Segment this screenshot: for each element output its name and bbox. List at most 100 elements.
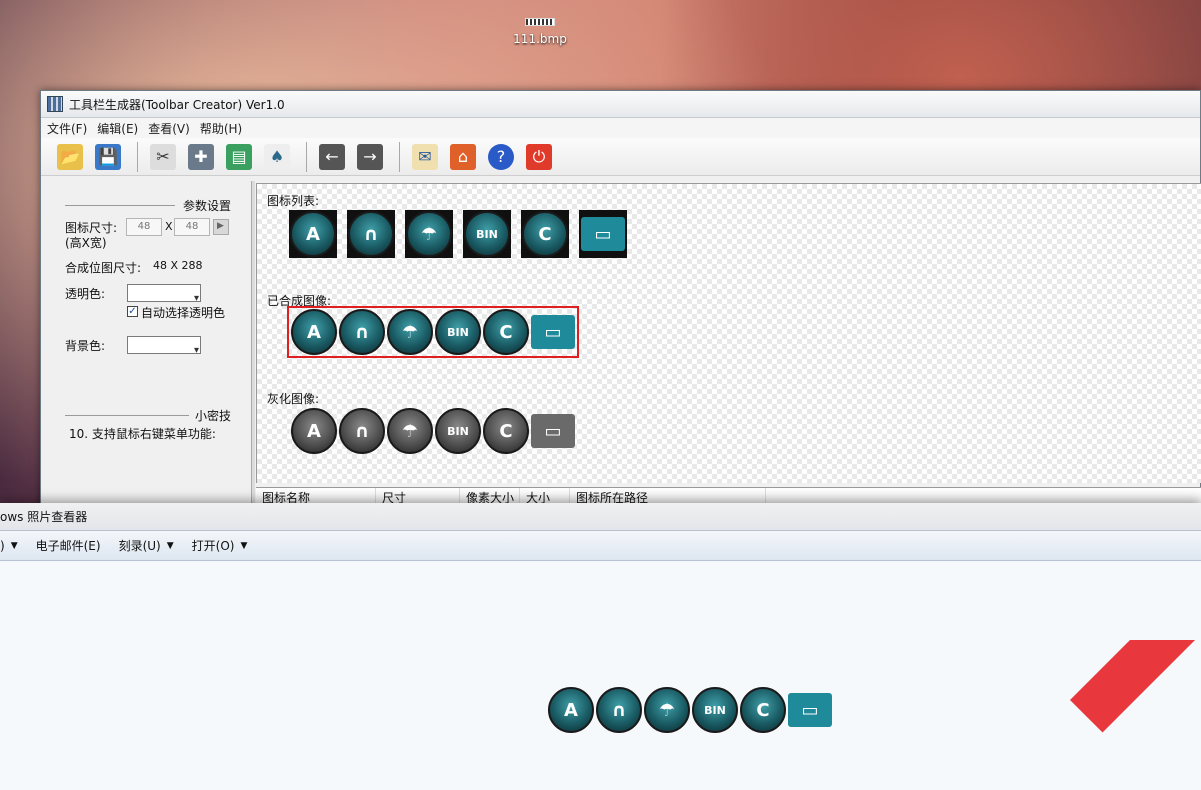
a-letter-icon: A xyxy=(548,687,594,733)
viewer-menu-previous[interactable]: ) ▼ xyxy=(0,539,18,553)
document-icon: ▤ xyxy=(226,143,252,170)
desktop-file-111bmp[interactable]: 111.bmp xyxy=(505,14,575,46)
bmp-thumbnail-icon xyxy=(525,18,555,26)
mail-icon: ✉ xyxy=(412,143,438,170)
corner-watermark xyxy=(1050,640,1201,790)
monitor-icon: ▭ xyxy=(531,315,575,349)
menu-file[interactable]: 文件(F) xyxy=(47,120,87,137)
bin-disc-icon: BIN xyxy=(464,211,510,257)
puzzle-icon: ✚ xyxy=(188,143,214,170)
c-brush-icon: C xyxy=(522,211,568,257)
viewer-canvas xyxy=(0,561,1201,790)
list-item[interactable]: A xyxy=(289,210,337,258)
app-icon xyxy=(47,96,63,112)
list-item[interactable]: ∩ xyxy=(347,210,395,258)
umbrella-icon: ☂ xyxy=(387,309,433,355)
toolbar-separator xyxy=(399,141,400,172)
c-brush-icon: C xyxy=(483,408,529,454)
help-button[interactable]: ? xyxy=(484,140,518,174)
back-button[interactable]: ← xyxy=(315,140,349,174)
stamp-button[interactable]: ♠ xyxy=(260,140,294,174)
stamp-icon: ♠ xyxy=(264,143,290,170)
umbrella-icon: ☂ xyxy=(387,408,433,454)
monitor-icon: ▭ xyxy=(531,414,575,448)
a-letter-icon: A xyxy=(291,309,337,355)
toolbar-separator xyxy=(306,141,307,172)
preview-area: 图标列表: A ∩ ☂ BIN C ▭ 已合成图像: A ∩ ☂ BIN C ▭… xyxy=(256,183,1201,483)
apply-size-button[interactable] xyxy=(213,219,229,235)
home-icon: ⌂ xyxy=(450,143,476,170)
chevron-down-icon: ▼ xyxy=(240,540,248,551)
auto-transparent-label: 自动选择透明色 xyxy=(141,306,226,320)
list-item[interactable]: BIN xyxy=(463,210,511,258)
app-toolbar: 📂 💾 ✂ ✚ ▤ ♠ ← → ✉ ⌂ ? ⏻ xyxy=(41,138,1200,176)
viewer-menu-open[interactable]: 打开(O) ▼ xyxy=(192,537,248,554)
group-divider xyxy=(65,205,175,206)
transparent-color-label: 透明色: xyxy=(65,287,106,301)
background-color-select[interactable] xyxy=(127,336,201,356)
headphones-icon: ∩ xyxy=(339,408,385,454)
save-button[interactable]: 💾 xyxy=(91,140,125,174)
mail-button[interactable]: ✉ xyxy=(408,140,442,174)
umbrella-icon: ☂ xyxy=(406,211,452,257)
umbrella-icon: ☂ xyxy=(644,687,690,733)
a-letter-icon: A xyxy=(291,408,337,454)
cut-icon: ✂ xyxy=(150,143,176,170)
home-button[interactable]: ⌂ xyxy=(446,140,480,174)
chevron-down-icon: ▼ xyxy=(166,540,174,551)
desktop-file-label: 111.bmp xyxy=(513,32,567,46)
gray-image-label: 灰化图像: xyxy=(267,392,320,406)
settings-panel: 参数设置 图标尺寸: (高X宽) 48 X 48 合成位图尺寸: 48 X 28… xyxy=(49,181,249,511)
document-button[interactable]: ▤ xyxy=(222,140,256,174)
bin-disc-icon: BIN xyxy=(435,309,481,355)
open-button[interactable]: 📂 xyxy=(53,140,87,174)
arrow-left-icon: ← xyxy=(319,143,345,170)
monitor-icon: ▭ xyxy=(788,693,832,727)
auto-transparent-checkbox[interactable]: ✓ xyxy=(127,306,138,317)
composite-size-value: 48 X 288 xyxy=(153,259,203,272)
background-color-label: 背景色: xyxy=(65,339,106,353)
icon-size-sub-label: (高X宽) xyxy=(65,236,107,250)
app-titlebar[interactable]: 工具栏生成器(Toolbar Creator) Ver1.0 xyxy=(41,91,1200,118)
panel-splitter[interactable] xyxy=(251,181,255,511)
tip-text: 10. 支持鼠标右键菜单功能: xyxy=(69,427,216,441)
viewer-menu-email[interactable]: 电子邮件(E) xyxy=(36,537,101,554)
arrow-right-icon: → xyxy=(357,143,383,170)
tips-group-header: 小密技 xyxy=(65,407,231,424)
headphones-icon: ∩ xyxy=(348,211,394,257)
a-letter-icon: A xyxy=(290,211,336,257)
list-item[interactable]: ▭ xyxy=(579,210,627,258)
composite-size-label: 合成位图尺寸: xyxy=(65,261,142,275)
toolbar-separator xyxy=(137,141,138,172)
help-icon: ? xyxy=(488,143,514,170)
icon-width-input[interactable]: 48 xyxy=(174,218,210,236)
c-brush-icon: C xyxy=(483,309,529,355)
viewer-image-strip: A ∩ ☂ BIN C ▭ xyxy=(548,687,834,733)
power-icon: ⏻ xyxy=(526,143,552,170)
composite-icon-row: A ∩ ☂ BIN C ▭ xyxy=(291,309,577,355)
gray-icon-row: A ∩ ☂ BIN C ▭ xyxy=(291,408,577,454)
bin-disc-icon: BIN xyxy=(435,408,481,454)
list-item[interactable]: ☂ xyxy=(405,210,453,258)
watermark-band xyxy=(1070,640,1201,733)
viewer-menu-burn[interactable]: 刻录(U) ▼ xyxy=(119,537,174,554)
size-times-label: X xyxy=(165,220,173,233)
icon-height-input[interactable]: 48 xyxy=(126,218,162,236)
menu-help[interactable]: 帮助(H) xyxy=(200,120,242,137)
menu-edit[interactable]: 编辑(E) xyxy=(97,120,138,137)
viewer-title: ows 照片查看器 xyxy=(0,510,88,524)
plugin-button[interactable]: ✚ xyxy=(184,140,218,174)
transparent-color-select[interactable] xyxy=(127,284,201,304)
app-menubar: 文件(F) 编辑(E) 查看(V) 帮助(H) xyxy=(41,118,1200,138)
exit-button[interactable]: ⏻ xyxy=(522,140,556,174)
forward-button[interactable]: → xyxy=(353,140,387,174)
cut-button[interactable]: ✂ xyxy=(146,140,180,174)
headphones-icon: ∩ xyxy=(596,687,642,733)
bin-disc-icon: BIN xyxy=(692,687,738,733)
params-heading: 参数设置 xyxy=(183,199,232,213)
list-item[interactable]: C xyxy=(521,210,569,258)
icon-list-label: 图标列表: xyxy=(267,194,320,208)
toolbar-creator-window: 工具栏生成器(Toolbar Creator) Ver1.0 文件(F) 编辑(… xyxy=(40,90,1201,511)
menu-view[interactable]: 查看(V) xyxy=(148,120,190,137)
viewer-titlebar[interactable]: ows 照片查看器 xyxy=(0,503,1201,531)
